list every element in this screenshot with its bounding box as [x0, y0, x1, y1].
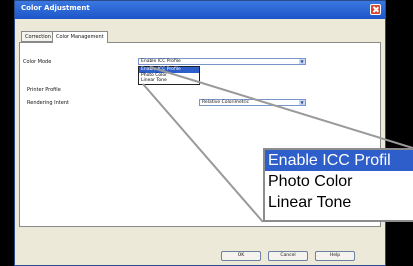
cancel-button[interactable]: Cancel: [268, 251, 308, 261]
tab-color-management[interactable]: Color Management: [52, 31, 108, 43]
title-bar[interactable]: Color Adjustment: [15, 1, 385, 19]
close-icon[interactable]: [370, 4, 381, 15]
chevron-down-icon[interactable]: ▼: [299, 100, 305, 105]
zoom-callout: Enable ICC Profil Photo Color Linear Ton…: [263, 148, 413, 222]
color-mode-label: Color Mode: [23, 59, 52, 65]
rendering-intent-value: Relative Colorimetric: [202, 100, 250, 105]
color-mode-dropdown-list: Enable ICC Profile Photo Color Linear To…: [138, 66, 200, 85]
dropdown-option-linear-tone[interactable]: Linear Tone: [139, 78, 199, 84]
rendering-intent-label: Rendering Intent: [27, 100, 69, 106]
window-title: Color Adjustment: [21, 4, 90, 12]
printer-profile-label: Printer Profile: [27, 87, 61, 93]
zoom-option-linear-tone: Linear Tone: [268, 194, 352, 211]
zoom-option-enable-icc-profile: Enable ICC Profil: [265, 150, 413, 171]
color-mode-select[interactable]: Enable ICC Profile ▼: [138, 58, 306, 65]
tab-correction[interactable]: Correction: [21, 31, 55, 42]
dialog-window: Color Adjustment Correction Color Manage…: [14, 0, 386, 266]
help-button[interactable]: Help: [315, 251, 355, 261]
zoom-option-photo-color: Photo Color: [268, 173, 353, 190]
chevron-down-icon[interactable]: ▼: [299, 59, 305, 64]
ok-button[interactable]: OK: [221, 251, 261, 261]
rendering-intent-select[interactable]: Relative Colorimetric ▼: [199, 99, 306, 106]
color-mode-value: Enable ICC Profile: [141, 59, 181, 64]
